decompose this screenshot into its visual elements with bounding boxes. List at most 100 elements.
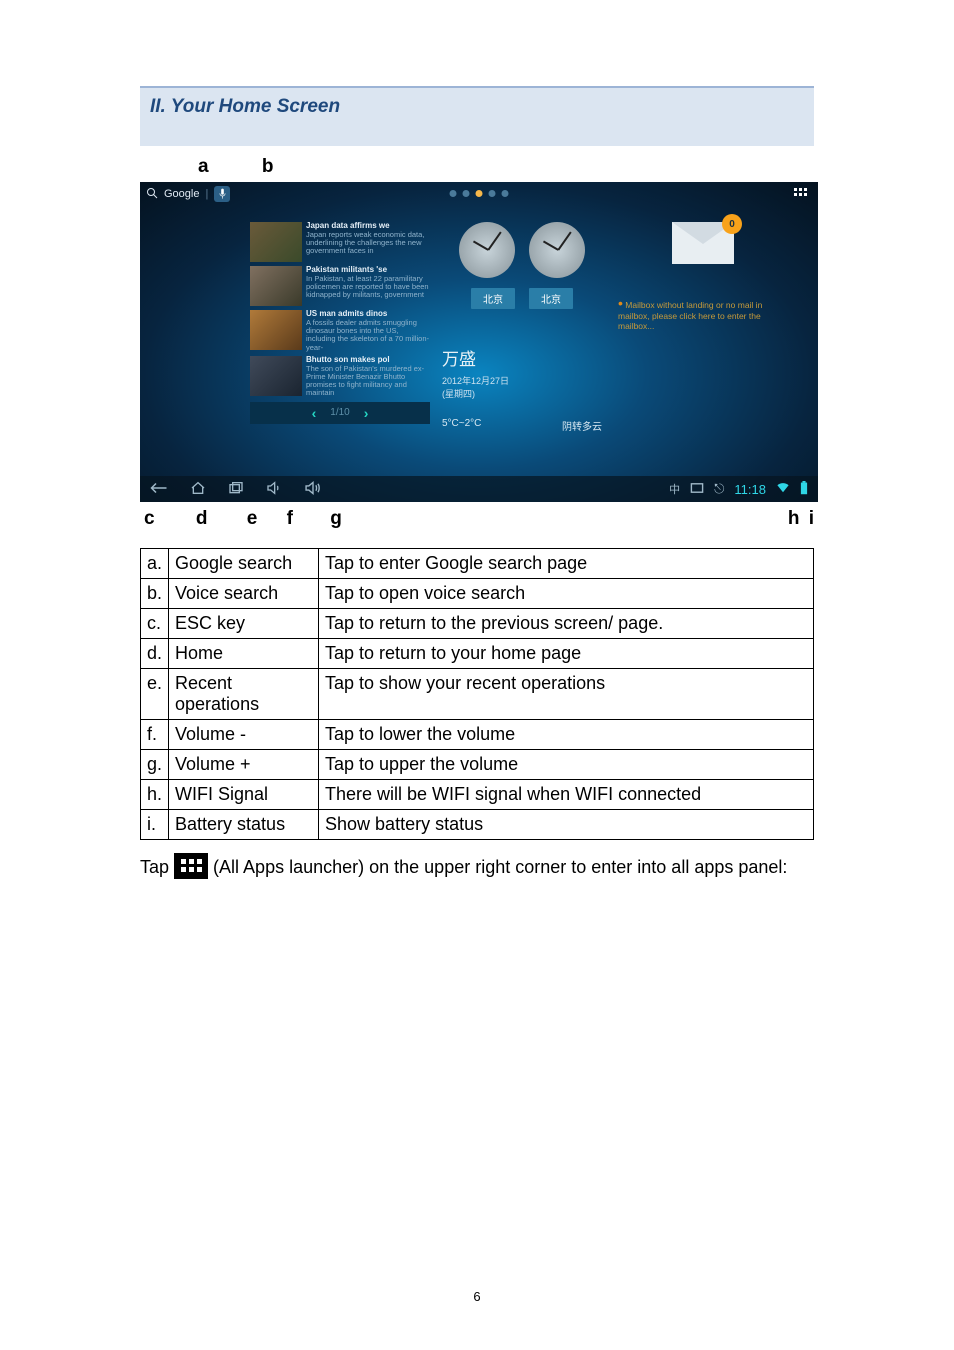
google-search[interactable]: Google | [146,186,230,202]
section-header: II. Your Home Screen [140,86,814,146]
label-f: f [287,508,293,530]
clock-time: 11:18 [734,482,766,497]
legend-name: Volume - [169,720,319,750]
top-label-row: a b [140,156,814,182]
pager-count: 1/10 [330,407,349,418]
clock-icon [529,222,585,278]
battery-icon[interactable] [800,481,808,498]
weather-weekday: (星期四) [442,387,602,400]
city-button[interactable]: 北京 [471,288,515,309]
back-icon[interactable] [150,482,168,497]
mail-message: • Mailbox without landing or no mail in … [618,300,788,332]
legend-key: e. [141,669,169,720]
news-body: Japan reports weak economic data, underl… [306,230,424,256]
city-button[interactable]: 北京 [529,288,573,309]
news-thumb [250,310,302,350]
news-item[interactable]: US man admits dinosA fossils dealer admi… [250,310,430,352]
news-body: The son of Pakistan's murdered ex-Prime … [306,364,424,398]
legend-name: Recent operations [169,669,319,720]
news-pager[interactable]: ‹ 1/10 › [250,402,430,424]
legend-key: b. [141,579,169,609]
card-icon[interactable] [690,482,704,497]
nav-bar: 中 ⎋ 11:18 [140,476,818,502]
legend-desc: Tap to open voice search [319,579,814,609]
weather-cond: 阴转多云 [562,418,602,433]
news-item[interactable]: Bhutto son makes polThe son of Pakistan'… [250,356,430,398]
label-b: b [262,156,274,177]
legend-name: ESC key [169,609,319,639]
weather-temp: 5°C~2°C [442,418,481,433]
search-label: Google [164,188,199,200]
table-row: e.Recent operationsTap to show your rece… [141,669,814,720]
legend-name: Battery status [169,810,319,840]
table-row: d.HomeTap to return to your home page [141,639,814,669]
home-screen-screenshot: Google | Japan data affirms weJapan repo… [140,182,818,502]
volume-up-icon[interactable] [304,481,322,498]
label-c: c [144,508,155,530]
news-item[interactable]: Japan data affirms weJapan reports weak … [250,222,430,262]
legend-name: Google search [169,549,319,579]
legend-name: Home [169,639,319,669]
legend-desc: Tap to return to the previous screen/ pa… [319,609,814,639]
table-row: i.Battery statusShow battery status [141,810,814,840]
label-a: a [198,156,209,177]
news-thumb [250,356,302,396]
news-thumb [250,222,302,262]
usb-icon[interactable]: ⎋ [714,481,724,497]
home-icon[interactable] [190,481,206,498]
weather-widget[interactable]: 北京 北京 万盛 2012年12月27日 (星期四) 5°C~2°C 阴转多云 [442,222,602,433]
table-row: b.Voice searchTap to open voice search [141,579,814,609]
voice-search[interactable] [214,186,230,202]
page-indicator[interactable] [450,190,509,197]
volume-down-icon[interactable] [266,481,282,498]
section-title: II. Your Home Screen [150,96,804,118]
label-g: g [330,508,342,530]
legend-name: Voice search [169,579,319,609]
legend-desc: Tap to return to your home page [319,639,814,669]
all-apps-launcher-icon [174,853,208,879]
all-apps-icon[interactable] [794,188,808,205]
legend-desc: Show battery status [319,810,814,840]
chevron-right-icon[interactable]: › [364,405,369,421]
label-i: i [809,508,814,529]
weather-place: 万盛 [442,345,602,370]
mail-badge: 0 [722,214,742,234]
wifi-icon[interactable] [776,482,790,497]
table-row: f.Volume -Tap to lower the volume [141,720,814,750]
news-body: A fossils dealer admits smuggling dinosa… [306,318,429,352]
label-e: e [247,508,258,530]
legend-key: i. [141,810,169,840]
legend-key: d. [141,639,169,669]
chevron-left-icon[interactable]: ‹ [312,405,317,421]
legend-table: a.Google searchTap to enter Google searc… [140,548,814,840]
legend-desc: Tap to lower the volume [319,720,814,750]
news-widget[interactable]: Japan data affirms weJapan reports weak … [250,222,430,424]
legend-desc: Tap to upper the volume [319,750,814,780]
table-row: c.ESC keyTap to return to the previous s… [141,609,814,639]
recent-icon[interactable] [228,481,244,498]
table-row: g.Volume +Tap to upper the volume [141,750,814,780]
label-h: h [788,508,800,529]
clock-icon [459,222,515,278]
legend-name: Volume + [169,750,319,780]
apps-launcher-note: Tap (All Apps launcher) on the upper rig… [140,854,814,882]
news-body: In Pakistan, at least 22 paramilitary po… [306,274,429,300]
legend-key: f. [141,720,169,750]
legend-desc: There will be WIFI signal when WIFI conn… [319,780,814,810]
table-row: h.WIFI SignalThere will be WIFI signal w… [141,780,814,810]
mail-widget[interactable]: 0 • Mailbox without landing or no mail i… [618,222,788,332]
legend-key: c. [141,609,169,639]
legend-name: WIFI Signal [169,780,319,810]
ime-icon[interactable]: 中 [669,481,680,497]
legend-desc: Tap to show your recent operations [319,669,814,720]
table-row: a.Google searchTap to enter Google searc… [141,549,814,579]
label-d: d [196,508,208,530]
search-icon [146,187,158,202]
legend-key: a. [141,549,169,579]
news-item[interactable]: Pakistan militants 'seIn Pakistan, at le… [250,266,430,306]
bottom-label-row: c d e f g h i [140,502,814,544]
news-thumb [250,266,302,306]
legend-desc: Tap to enter Google search page [319,549,814,579]
legend-key: h. [141,780,169,810]
legend-key: g. [141,750,169,780]
